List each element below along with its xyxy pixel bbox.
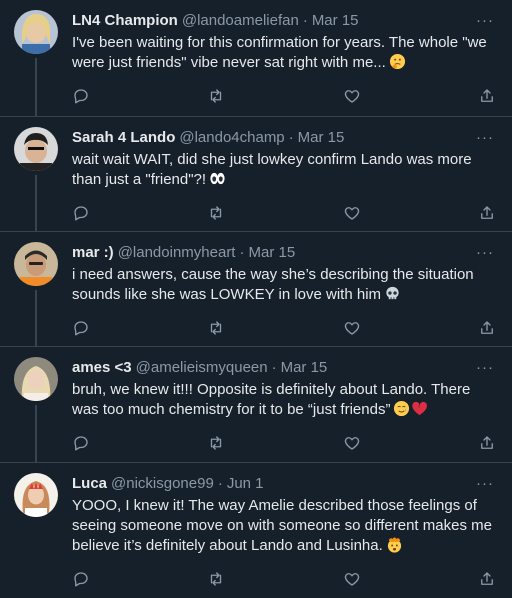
like-icon[interactable] bbox=[343, 319, 361, 337]
more-icon[interactable]: ··· bbox=[474, 11, 496, 31]
like-icon[interactable] bbox=[343, 570, 361, 588]
more-icon[interactable]: ··· bbox=[474, 358, 496, 378]
skull-icon bbox=[386, 286, 399, 300]
reply-icon[interactable] bbox=[72, 204, 90, 222]
broken-heart-icon bbox=[412, 401, 428, 416]
handle[interactable]: @amelieismyqueen bbox=[136, 358, 268, 378]
separator-dot: · bbox=[271, 359, 277, 376]
share-icon[interactable] bbox=[478, 434, 496, 452]
timestamp[interactable]: Mar 15 bbox=[312, 11, 359, 31]
reply-icon[interactable] bbox=[72, 319, 90, 337]
display-name[interactable]: LN4 Champion bbox=[72, 11, 178, 31]
tweet[interactable]: Sarah 4 Lando @lando4champ · Mar 15 ··· … bbox=[0, 117, 512, 232]
handle[interactable]: @nickisgone99 bbox=[111, 474, 214, 494]
timestamp[interactable]: Jun 1 bbox=[227, 474, 264, 494]
display-name[interactable]: ames <3 bbox=[72, 358, 132, 378]
reply-icon[interactable] bbox=[72, 434, 90, 452]
tweet[interactable]: LN4 Champion @landoameliefan · Mar 15 ··… bbox=[0, 0, 512, 117]
share-icon[interactable] bbox=[478, 204, 496, 222]
thinking-face-icon bbox=[389, 53, 405, 70]
handle[interactable]: @landoameliefan bbox=[182, 11, 299, 31]
exploding-head-icon bbox=[387, 537, 401, 553]
tweet[interactable]: ames <3 @amelieismyqueen · Mar 15 ··· br… bbox=[0, 347, 512, 463]
tweet-text: i need answers, cause the way she’s desc… bbox=[72, 266, 474, 303]
share-icon[interactable] bbox=[478, 87, 496, 105]
eyes-icon bbox=[210, 172, 225, 185]
avatar[interactable] bbox=[14, 473, 58, 517]
separator-dot: · bbox=[217, 475, 223, 492]
timestamp[interactable]: Mar 15 bbox=[248, 243, 295, 263]
retweet-icon[interactable] bbox=[207, 87, 225, 105]
tweet-text: I've been waiting for this confirmation … bbox=[72, 34, 487, 71]
retweet-icon[interactable] bbox=[207, 434, 225, 452]
handle[interactable]: @landoinmyheart bbox=[118, 243, 236, 263]
tweet[interactable]: Luca @nickisgone99 · Jun 1 ··· YOOO, I k… bbox=[0, 463, 512, 598]
avatar[interactable] bbox=[14, 357, 58, 401]
retweet-icon[interactable] bbox=[207, 204, 225, 222]
more-icon[interactable]: ··· bbox=[474, 474, 496, 494]
reply-icon[interactable] bbox=[72, 570, 90, 588]
avatar[interactable] bbox=[14, 10, 58, 54]
smiling-face-with-tear-icon bbox=[394, 400, 410, 417]
handle[interactable]: @lando4champ bbox=[179, 128, 284, 148]
separator-dot: · bbox=[239, 244, 245, 261]
like-icon[interactable] bbox=[343, 434, 361, 452]
like-icon[interactable] bbox=[343, 204, 361, 222]
thread-line bbox=[35, 290, 37, 346]
reply-icon[interactable] bbox=[72, 87, 90, 105]
thread-line bbox=[35, 58, 37, 116]
thread-line bbox=[35, 175, 37, 231]
separator-dot: · bbox=[288, 129, 294, 146]
retweet-icon[interactable] bbox=[207, 570, 225, 588]
more-icon[interactable]: ··· bbox=[474, 128, 496, 148]
share-icon[interactable] bbox=[478, 319, 496, 337]
separator-dot: · bbox=[302, 12, 308, 29]
tweet-text: wait wait WAIT, did she just lowkey conf… bbox=[72, 151, 472, 188]
tweet-thread: LN4 Champion @landoameliefan · Mar 15 ··… bbox=[0, 0, 512, 598]
share-icon[interactable] bbox=[478, 570, 496, 588]
thread-line bbox=[35, 405, 37, 462]
avatar[interactable] bbox=[14, 127, 58, 171]
tweet-text: YOOO, I knew it! The way Amelie describe… bbox=[72, 497, 492, 554]
tweet[interactable]: mar :) @landoinmyheart · Mar 15 ··· i ne… bbox=[0, 232, 512, 347]
like-icon[interactable] bbox=[343, 87, 361, 105]
display-name[interactable]: Sarah 4 Lando bbox=[72, 128, 175, 148]
more-icon[interactable]: ··· bbox=[474, 243, 496, 263]
retweet-icon[interactable] bbox=[207, 319, 225, 337]
display-name[interactable]: Luca bbox=[72, 474, 107, 494]
timestamp[interactable]: Mar 15 bbox=[281, 358, 328, 378]
avatar[interactable] bbox=[14, 242, 58, 286]
timestamp[interactable]: Mar 15 bbox=[298, 128, 345, 148]
display-name[interactable]: mar :) bbox=[72, 243, 114, 263]
